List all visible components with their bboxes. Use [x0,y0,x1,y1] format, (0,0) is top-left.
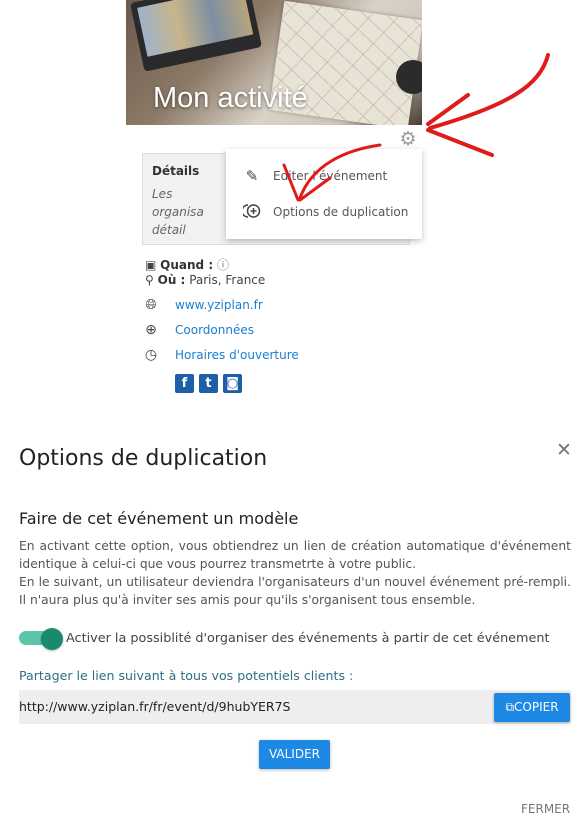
clock-icon: ◷ [144,347,158,363]
where-label: Où : [157,273,186,287]
location-pin-icon: ⚲ [145,273,154,287]
event-title: Mon activité [153,82,308,114]
duplicate-icon [241,203,261,221]
when-label: Quand : [160,258,214,272]
menu-item-label: Editer l'événement [273,169,388,183]
event-where: ⚲ Où : Paris, France [145,273,265,287]
globe-icon: 🌐︎ [145,297,157,313]
where-value: Paris, France [189,273,266,287]
laptop-photo-detail [130,0,262,72]
toggle-knob [41,628,63,650]
instagram-icon[interactable]: ◙ [223,374,242,393]
validate-button[interactable]: VALIDER [259,740,330,769]
contact-link[interactable]: Coordonnées [175,323,254,337]
calendar-icon: ▣ [145,258,157,272]
event-options-menu: ✎ Editer l'événement Options de duplicat… [226,149,422,239]
facebook-icon[interactable]: f [175,374,194,393]
info-icon[interactable]: ⓘ [217,258,229,272]
share-url-field[interactable]: http://www.yziplan.fr/fr/event/d/9hubYER… [19,690,571,724]
gear-icon[interactable]: ⚙ [398,129,418,149]
dialog-subtitle: Faire de cet événement un modèle [19,509,299,528]
dialog-description: En activant cette option, vous obtiendre… [19,537,571,609]
copy-button-label: COPIER [514,700,559,714]
event-when: ▣ Quand : ⓘ [145,256,229,273]
twitter-icon[interactable]: t [199,374,218,393]
details-text: Les organisa détail [152,187,204,237]
menu-item-duplication-options[interactable]: Options de duplication [226,195,422,229]
hours-link[interactable]: Horaires d'ouverture [175,348,299,362]
description-paragraph-2: En le suivant, un utilisateur deviendra … [19,575,571,607]
cup-photo-detail [396,60,422,94]
event-cover-image: Mon activité [126,0,422,125]
menu-item-label: Options de duplication [273,205,409,219]
toggle-label: Activer la possiblité d'organiser des év… [66,631,550,646]
details-heading: Détails [152,164,200,178]
pencil-icon: ✎ [245,167,259,185]
copy-icon: ⧉ [505,700,515,714]
copy-button[interactable]: ⧉COPIER [494,693,570,722]
menu-item-edit-event[interactable]: ✎ Editer l'événement [226,159,422,193]
globe-grid-icon: ⊕ [145,322,157,338]
share-url-text: http://www.yziplan.fr/fr/event/d/9hubYER… [19,699,291,714]
share-label: Partager le lien suivant à tous vos pote… [19,668,354,683]
template-toggle[interactable] [19,628,63,650]
close-button[interactable]: FERMER [521,802,570,816]
dialog-title: Options de duplication [19,446,268,471]
website-link[interactable]: www.yziplan.fr [175,298,263,312]
close-icon[interactable]: ✕ [555,441,573,460]
description-paragraph-1: En activant cette option, vous obtiendre… [19,539,571,571]
